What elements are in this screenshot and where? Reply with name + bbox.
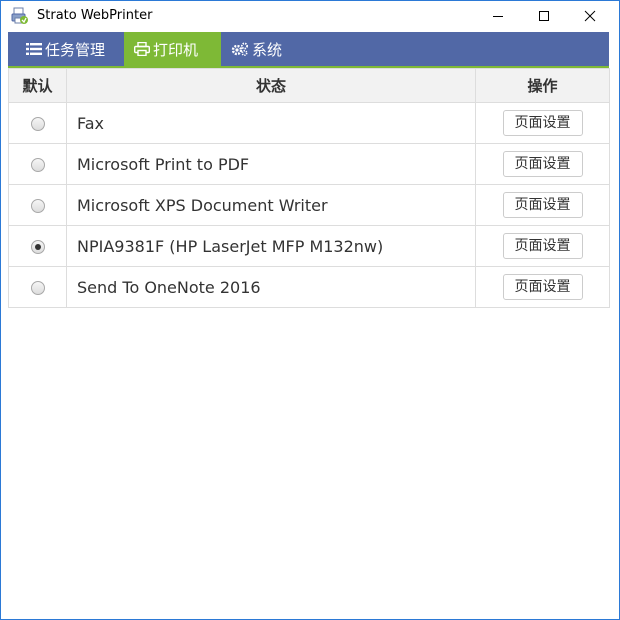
default-cell [8, 225, 67, 267]
action-cell: 页面设置 [475, 225, 610, 267]
default-radio[interactable] [30, 117, 45, 131]
window-title: Strato WebPrinter [37, 8, 153, 23]
default-radio-selected[interactable] [30, 240, 45, 254]
default-cell [8, 266, 67, 308]
printer-name: Microsoft Print to PDF [66, 143, 476, 185]
action-cell: 页面设置 [475, 184, 610, 226]
default-cell [8, 102, 67, 144]
app-window: Strato WebPrinter 任务管理 打印机 系统 默认 状态 操作 F… [0, 0, 620, 620]
gears-icon [231, 42, 248, 56]
tab-printers-label: 打印机 [153, 40, 199, 59]
printer-name: NPIA9381F (HP LaserJet MFP M132nw) [66, 225, 476, 267]
header-status: 状态 [66, 68, 476, 103]
default-cell [8, 143, 67, 185]
default-radio[interactable] [30, 158, 45, 172]
close-icon [584, 10, 596, 22]
default-cell [8, 184, 67, 226]
table-row: Fax 页面设置 [8, 102, 610, 144]
printer-table: 默认 状态 操作 Fax 页面设置 Microsoft Print to PDF… [8, 68, 610, 308]
maximize-button[interactable] [521, 1, 567, 31]
printer-name: Send To OneNote 2016 [66, 266, 476, 308]
app-printer-icon [11, 7, 28, 24]
minimize-icon [493, 16, 503, 17]
table-row: Microsoft XPS Document Writer 页面设置 [8, 184, 610, 226]
close-button[interactable] [567, 1, 613, 31]
tab-task-management[interactable]: 任务管理 [16, 32, 124, 66]
action-cell: 页面设置 [475, 102, 610, 144]
list-icon [26, 43, 42, 55]
printer-name: Fax [66, 102, 476, 144]
default-radio[interactable] [30, 281, 45, 295]
nav-bar: 任务管理 打印机 系统 [8, 32, 609, 68]
page-setup-button[interactable]: 页面设置 [502, 151, 583, 177]
tab-system-label: 系统 [252, 40, 283, 59]
table-row: NPIA9381F (HP LaserJet MFP M132nw) 页面设置 [8, 225, 610, 267]
title-bar[interactable]: Strato WebPrinter [1, 1, 619, 31]
tab-task-management-label: 任务管理 [45, 40, 106, 59]
printer-icon [134, 42, 150, 56]
action-cell: 页面设置 [475, 266, 610, 308]
table-row: Microsoft Print to PDF 页面设置 [8, 143, 610, 185]
table-header-row: 默认 状态 操作 [8, 68, 610, 103]
page-setup-button[interactable]: 页面设置 [502, 274, 583, 300]
page-setup-button[interactable]: 页面设置 [502, 233, 583, 259]
table-row: Send To OneNote 2016 页面设置 [8, 266, 610, 308]
tab-printers[interactable]: 打印机 [124, 32, 221, 66]
default-radio[interactable] [30, 199, 45, 213]
page-setup-button[interactable]: 页面设置 [502, 110, 583, 136]
tab-system[interactable]: 系统 [221, 32, 311, 66]
page-setup-button[interactable]: 页面设置 [502, 192, 583, 218]
action-cell: 页面设置 [475, 143, 610, 185]
minimize-button[interactable] [475, 1, 521, 31]
printer-name: Microsoft XPS Document Writer [66, 184, 476, 226]
maximize-icon [539, 11, 549, 21]
header-default: 默认 [8, 68, 67, 103]
header-action: 操作 [475, 68, 610, 103]
